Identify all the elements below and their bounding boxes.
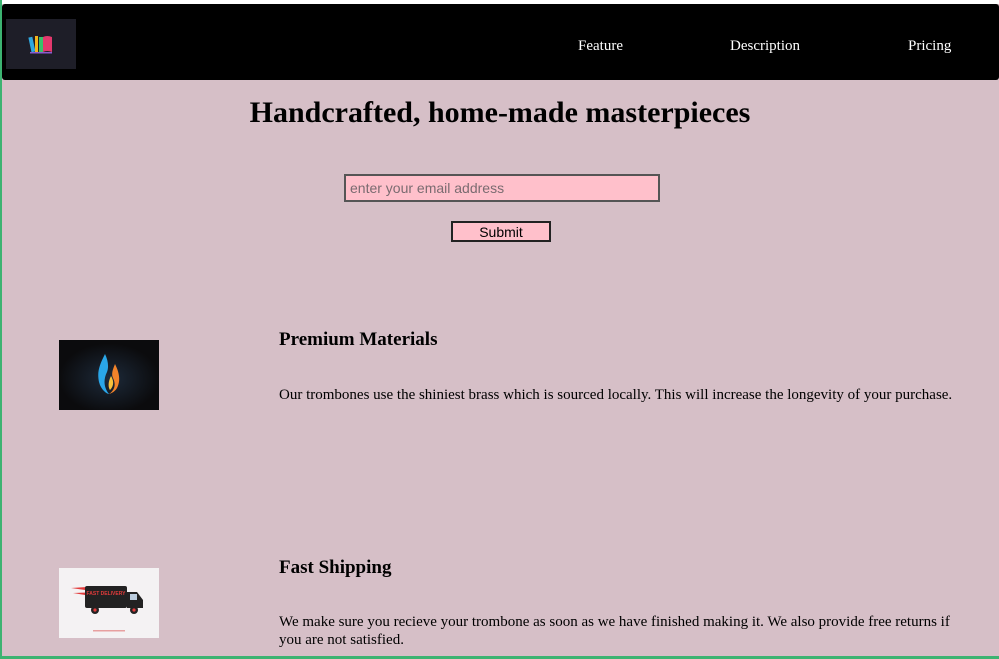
header-logo[interactable] xyxy=(6,19,76,69)
truck-label: FAST DELIVERY xyxy=(87,591,127,597)
nav-feature-link[interactable]: Feature xyxy=(578,38,623,55)
colorful-books-icon xyxy=(28,36,52,54)
flame-icon xyxy=(59,340,159,410)
nav-description-link[interactable]: Description xyxy=(730,38,800,55)
feature-title-materials: Premium Materials xyxy=(279,329,438,350)
feature-image-shipping: FAST DELIVERY xyxy=(59,568,159,638)
email-input[interactable] xyxy=(344,174,660,202)
submit-button[interactable]: Submit xyxy=(451,221,551,242)
feature-text-shipping: We make sure you recieve your trombone a… xyxy=(279,614,950,648)
delivery-truck-icon: FAST DELIVERY xyxy=(59,568,159,638)
page-title: Handcrafted, home-made masterpieces xyxy=(249,96,751,129)
nav-pricing-link[interactable]: Pricing xyxy=(908,38,951,55)
feature-image-materials xyxy=(59,340,159,410)
site-header: Feature Description Pricing xyxy=(2,4,999,80)
feature-text-materials: Our trombones use the shiniest brass whi… xyxy=(279,387,953,403)
feature-title-shipping: Fast Shipping xyxy=(279,557,392,578)
